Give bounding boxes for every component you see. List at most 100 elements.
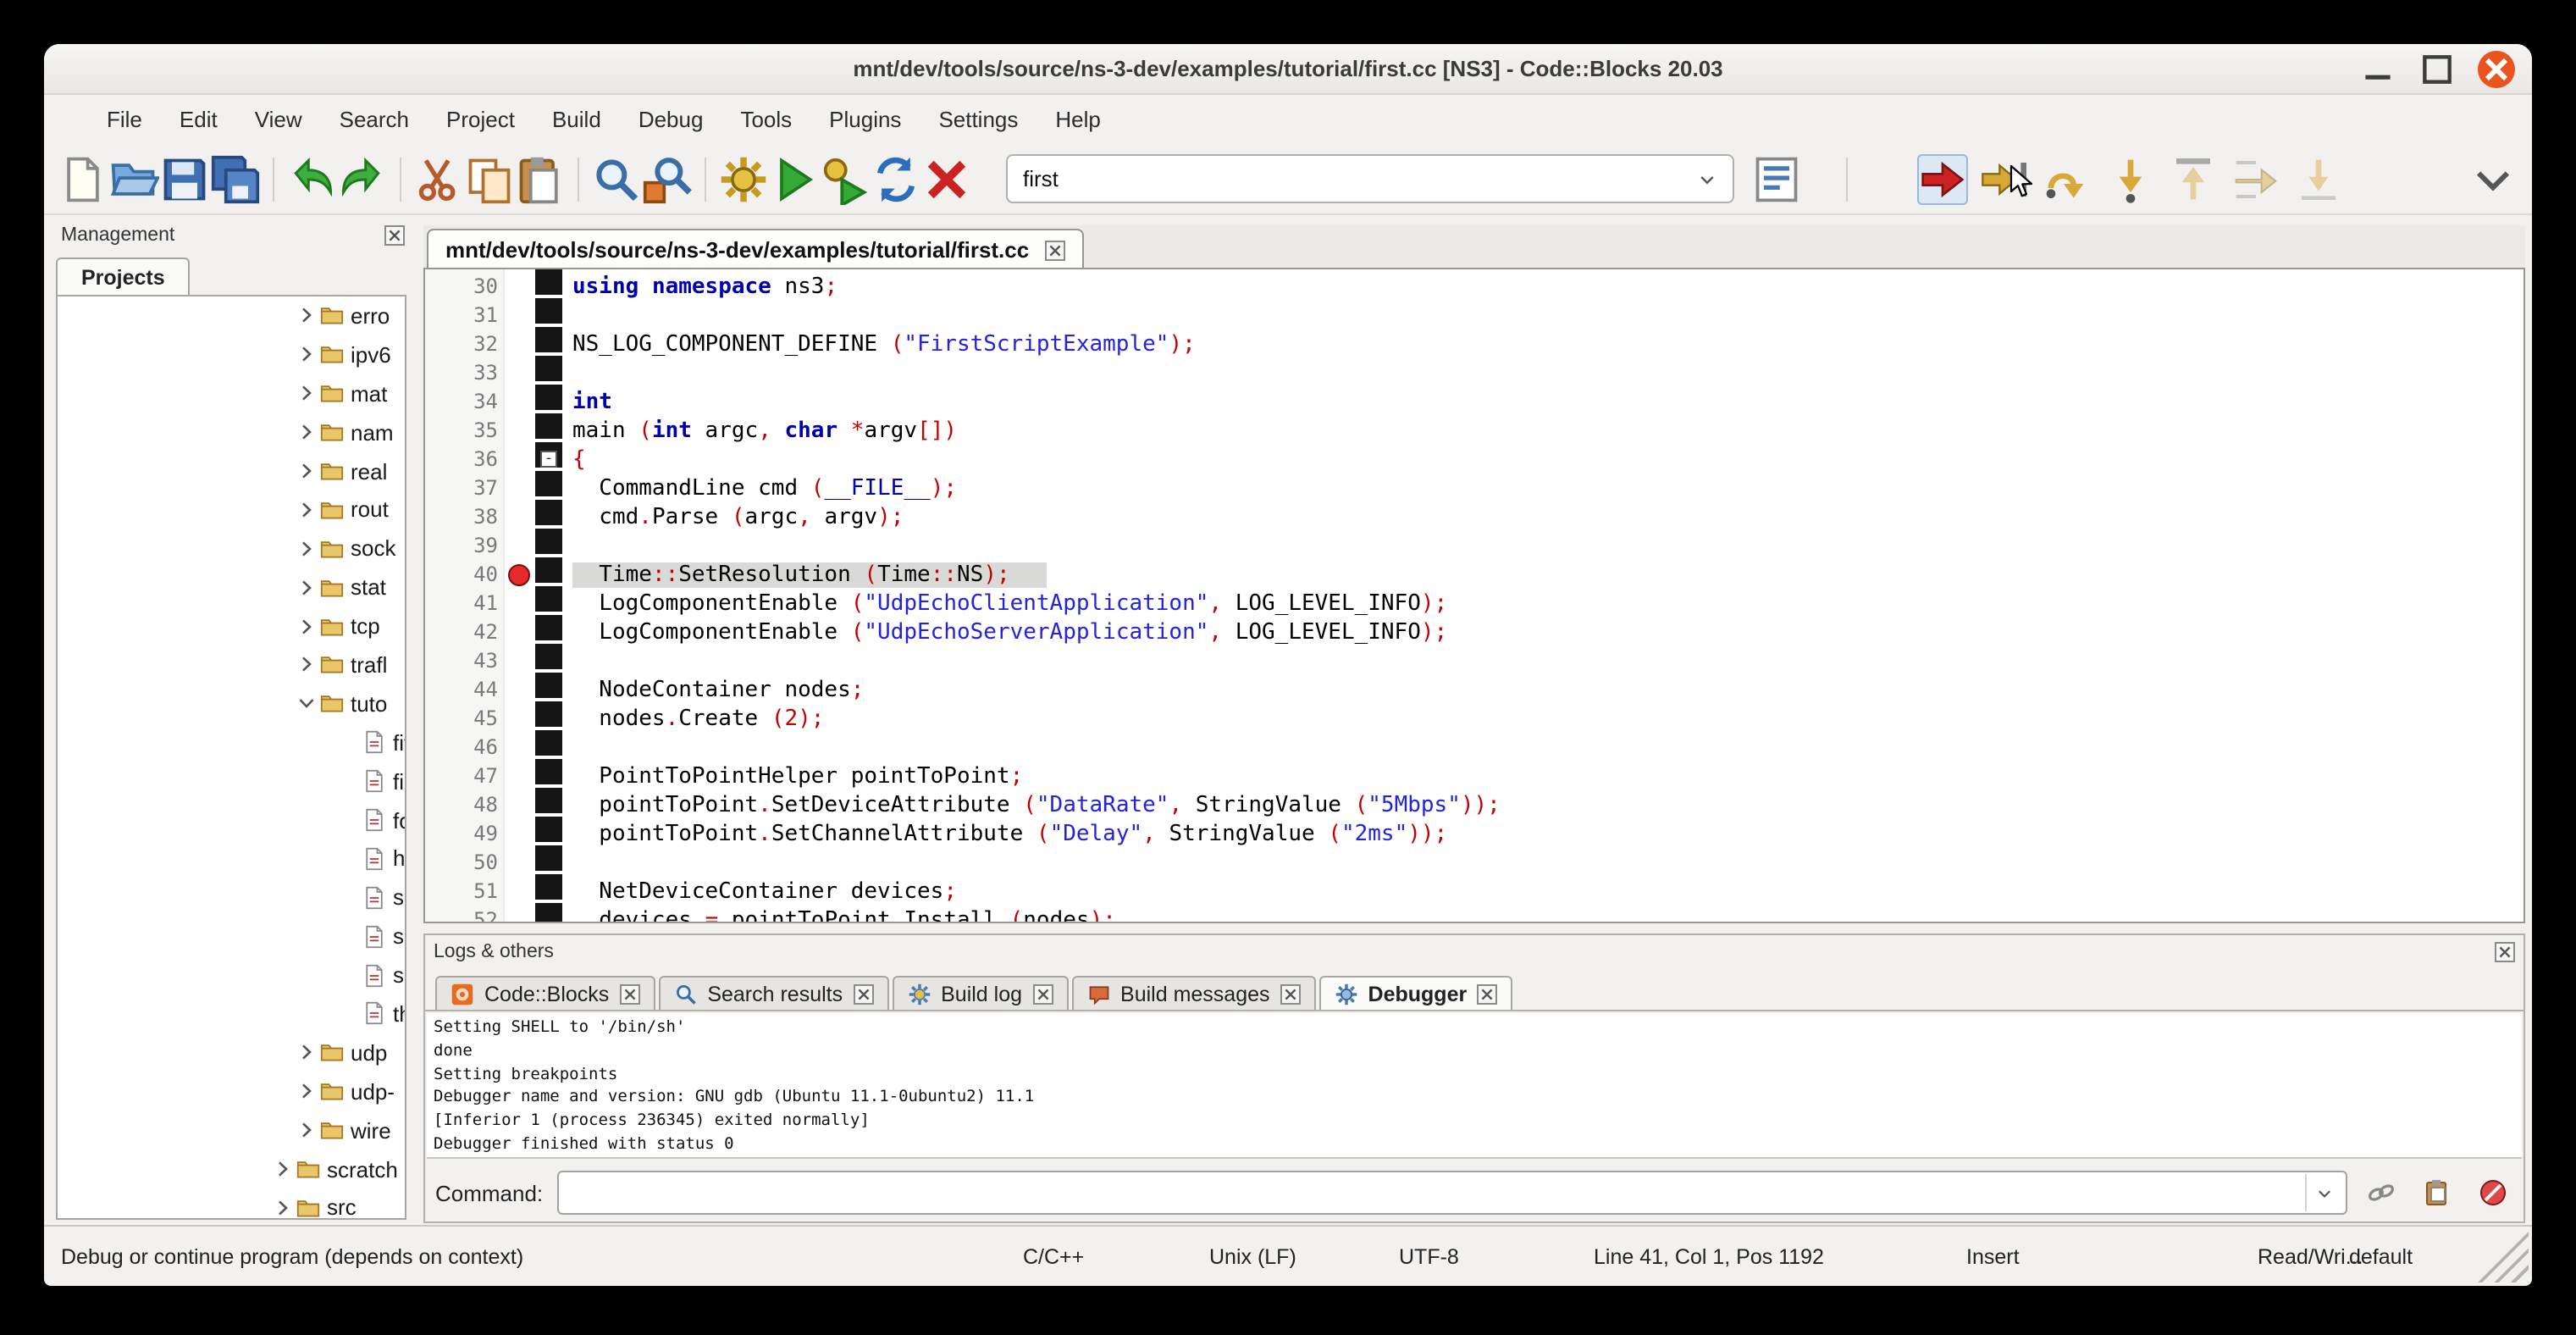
code-line-43[interactable]: 43 — [425, 647, 2523, 676]
minimize-button[interactable] — [2359, 50, 2396, 87]
tree-item-se[interactable]: se — [58, 917, 405, 956]
menu-search[interactable]: Search — [321, 100, 428, 139]
tree-item-nam[interactable]: nam — [58, 413, 405, 451]
menu-build[interactable]: Build — [533, 100, 620, 139]
title-bar[interactable]: mnt/dev/tools/source/ns-3-dev/examples/t… — [44, 44, 2532, 95]
find-button[interactable] — [591, 153, 642, 204]
close-tab-icon[interactable] — [1044, 240, 1064, 260]
clipboard-button[interactable] — [2417, 1172, 2457, 1213]
open-file-button[interactable] — [108, 153, 159, 204]
tree-item-fo[interactable]: fo — [58, 800, 405, 839]
run-button[interactable] — [769, 153, 820, 204]
menu-settings[interactable]: Settings — [920, 100, 1036, 139]
logs-tab-debugger[interactable]: Debugger — [1319, 976, 1513, 1010]
paste-button[interactable] — [515, 153, 566, 204]
tree-item-fif[interactable]: fif — [58, 723, 405, 762]
resize-grip[interactable] — [2478, 1232, 2529, 1282]
copy-button[interactable] — [464, 153, 515, 204]
next-instruction-button[interactable] — [2231, 153, 2281, 204]
stop-button[interactable] — [2473, 1172, 2513, 1213]
close-button[interactable] — [2478, 50, 2515, 87]
code-line-36[interactable]: 36-{ — [425, 446, 2523, 474]
tree-item-ipv6[interactable]: ipv6 — [58, 335, 405, 374]
tree-item-erro[interactable]: erro — [58, 296, 405, 335]
build-button[interactable] — [718, 153, 769, 204]
code-line-35[interactable]: 35main (int argc, char *argv[]) — [425, 417, 2523, 446]
tree-item-tuto[interactable]: tuto — [58, 684, 405, 723]
fold-marker[interactable]: - — [540, 451, 557, 468]
find-in-files-button[interactable] — [642, 153, 693, 204]
code-line-32[interactable]: 32NS_LOG_COMPONENT_DEFINE ("FirstScriptE… — [425, 330, 2523, 359]
code-line-46[interactable]: 46 — [425, 734, 2523, 762]
step-into-button[interactable] — [2105, 153, 2156, 204]
step-into-instruction-button[interactable] — [2293, 153, 2344, 204]
save-all-button[interactable] — [210, 153, 261, 204]
logs-tab-search-results[interactable]: Search results — [658, 976, 888, 1010]
undo-button[interactable] — [286, 153, 337, 204]
tree-item-fir[interactable]: fir — [58, 762, 405, 800]
tree-item-rout[interactable]: rout — [58, 490, 405, 529]
code-line-37[interactable]: 37 CommandLine cmd (__FILE__); — [425, 474, 2523, 503]
menu-view[interactable]: View — [236, 100, 321, 139]
code-line-39[interactable]: 39 — [425, 532, 2523, 561]
build-and-run-button[interactable] — [820, 153, 871, 204]
code-line-40[interactable]: 40 Time::SetResolution (Time::NS); — [425, 561, 2523, 590]
menu-help[interactable]: Help — [1036, 100, 1119, 139]
code-line-33[interactable]: 33 — [425, 359, 2523, 388]
logs-tab-build-messages[interactable]: Build messages — [1071, 976, 1316, 1010]
debug-continue-button[interactable] — [1917, 153, 1968, 204]
code-line-31[interactable]: 31 — [425, 302, 2523, 330]
step-out-button[interactable] — [2168, 153, 2219, 204]
tree-item-tcp[interactable]: tcp — [58, 607, 405, 645]
menu-plugins[interactable]: Plugins — [810, 100, 920, 139]
menu-tools[interactable]: Tools — [721, 100, 810, 139]
menu-file[interactable]: File — [88, 100, 161, 139]
code-line-50[interactable]: 50 — [425, 849, 2523, 878]
breakpoint-marker[interactable] — [508, 564, 530, 586]
code-line-42[interactable]: 42 LogComponentEnable ("UdpEchoServerApp… — [425, 618, 2523, 647]
tree-item-he[interactable]: he — [58, 839, 405, 878]
code-line-45[interactable]: 45 nodes.Create (2); — [425, 705, 2523, 734]
command-dropdown-button[interactable] — [2305, 1174, 2342, 1211]
close-management-icon[interactable] — [384, 225, 405, 246]
menu-debug[interactable]: Debug — [620, 100, 722, 139]
tree-item-trafl[interactable]: trafl — [58, 645, 405, 684]
code-line-41[interactable]: 41 LogComponentEnable ("UdpEchoClientApp… — [425, 590, 2523, 618]
code-line-30[interactable]: 30using namespace ns3; — [425, 273, 2523, 302]
tab-projects[interactable]: Projects — [56, 258, 191, 295]
tree-item-se[interactable]: se — [58, 878, 405, 917]
code-editor[interactable]: 30using namespace ns3;3132NS_LOG_COMPONE… — [423, 269, 2525, 923]
tree-item-th[interactable]: th — [58, 994, 405, 1033]
menu-edit[interactable]: Edit — [161, 100, 236, 139]
redo-button[interactable] — [337, 153, 388, 204]
incremental-search-combobox[interactable]: first — [1006, 154, 1734, 203]
tree-item-sock[interactable]: sock — [58, 529, 405, 568]
close-logs-icon[interactable] — [2495, 942, 2515, 962]
rebuild-button[interactable] — [871, 153, 921, 204]
toolbar-overflow-button[interactable] — [2468, 153, 2518, 204]
code-line-49[interactable]: 49 pointToPoint.SetChannelAttribute ("De… — [425, 820, 2523, 849]
code-line-44[interactable]: 44 NodeContainer nodes; — [425, 676, 2523, 705]
tree-item-scratch[interactable]: scratch — [58, 1149, 405, 1188]
code-line-38[interactable]: 38 cmd.Parse (argc, argv); — [425, 503, 2523, 532]
logs-tab-code-blocks[interactable]: Code::Blocks — [435, 976, 655, 1010]
search-options-button[interactable] — [1751, 153, 1802, 204]
maximize-button[interactable] — [2418, 50, 2456, 87]
code-line-51[interactable]: 51 NetDeviceContainer devices; — [425, 878, 2523, 906]
logs-tab-build-log[interactable]: Build log — [892, 976, 1068, 1010]
tree-item-src[interactable]: src — [58, 1188, 405, 1220]
abort-build-button[interactable] — [921, 153, 972, 204]
save-file-button[interactable] — [159, 153, 210, 204]
next-line-button[interactable] — [2043, 153, 2093, 204]
tree-item-wire[interactable]: wire — [58, 1111, 405, 1149]
code-line-47[interactable]: 47 PointToPointHelper pointToPoint; — [425, 762, 2523, 791]
code-line-52[interactable]: 52 devices = pointToPoint.Install (nodes… — [425, 906, 2523, 923]
command-input[interactable] — [568, 1180, 2305, 1205]
code-line-48[interactable]: 48 pointToPoint.SetDeviceAttribute ("Dat… — [425, 791, 2523, 820]
tree-item-real[interactable]: real — [58, 451, 405, 490]
tree-item-udp[interactable]: udp- — [58, 1072, 405, 1111]
tree-item-stat[interactable]: stat — [58, 568, 405, 607]
debugger-log[interactable]: Setting SHELL to '/bin/sh'doneSetting br… — [427, 1013, 2522, 1159]
link-button[interactable] — [2361, 1172, 2402, 1213]
code-line-34[interactable]: 34int — [425, 388, 2523, 417]
